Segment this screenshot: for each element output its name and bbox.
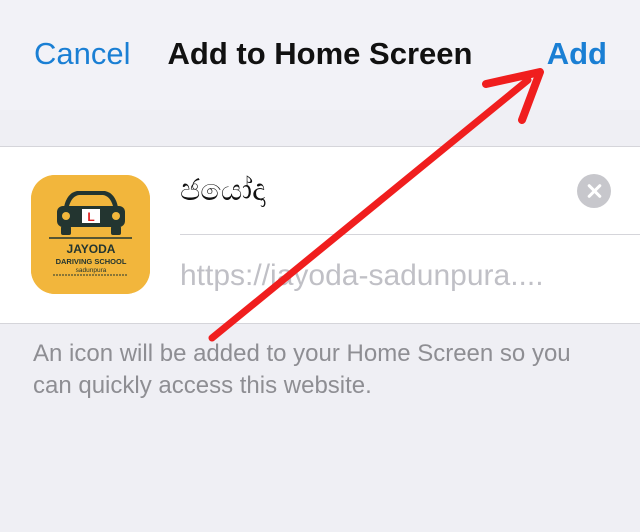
clear-circle-icon[interactable] (577, 174, 611, 208)
add-button[interactable]: Add (547, 36, 607, 72)
cancel-button[interactable]: Cancel (34, 36, 131, 72)
navigation-bar: Cancel Add to Home Screen Add (0, 0, 640, 110)
name-input[interactable]: ජයෝදා (180, 165, 580, 217)
bookmark-card: L JAYODA DARIVING SCHOOL sadunpura ජයෝදා… (0, 146, 640, 324)
icon-text-line1: JAYODA (67, 242, 116, 256)
footer-note: An icon will be added to your Home Scree… (33, 340, 571, 399)
url-field: https://jayoda-sadunpura.... (180, 259, 544, 292)
icon-badge-text: L (87, 210, 94, 224)
icon-text-line2: DARIVING SCHOOL (56, 257, 127, 266)
app-icon: L JAYODA DARIVING SCHOOL sadunpura (31, 175, 150, 294)
car-icon: L JAYODA DARIVING SCHOOL sadunpura (31, 175, 150, 294)
page-title-text: Add to Home Screen (167, 36, 473, 71)
icon-text-line3: sadunpura (76, 267, 107, 274)
field-divider (180, 234, 640, 235)
